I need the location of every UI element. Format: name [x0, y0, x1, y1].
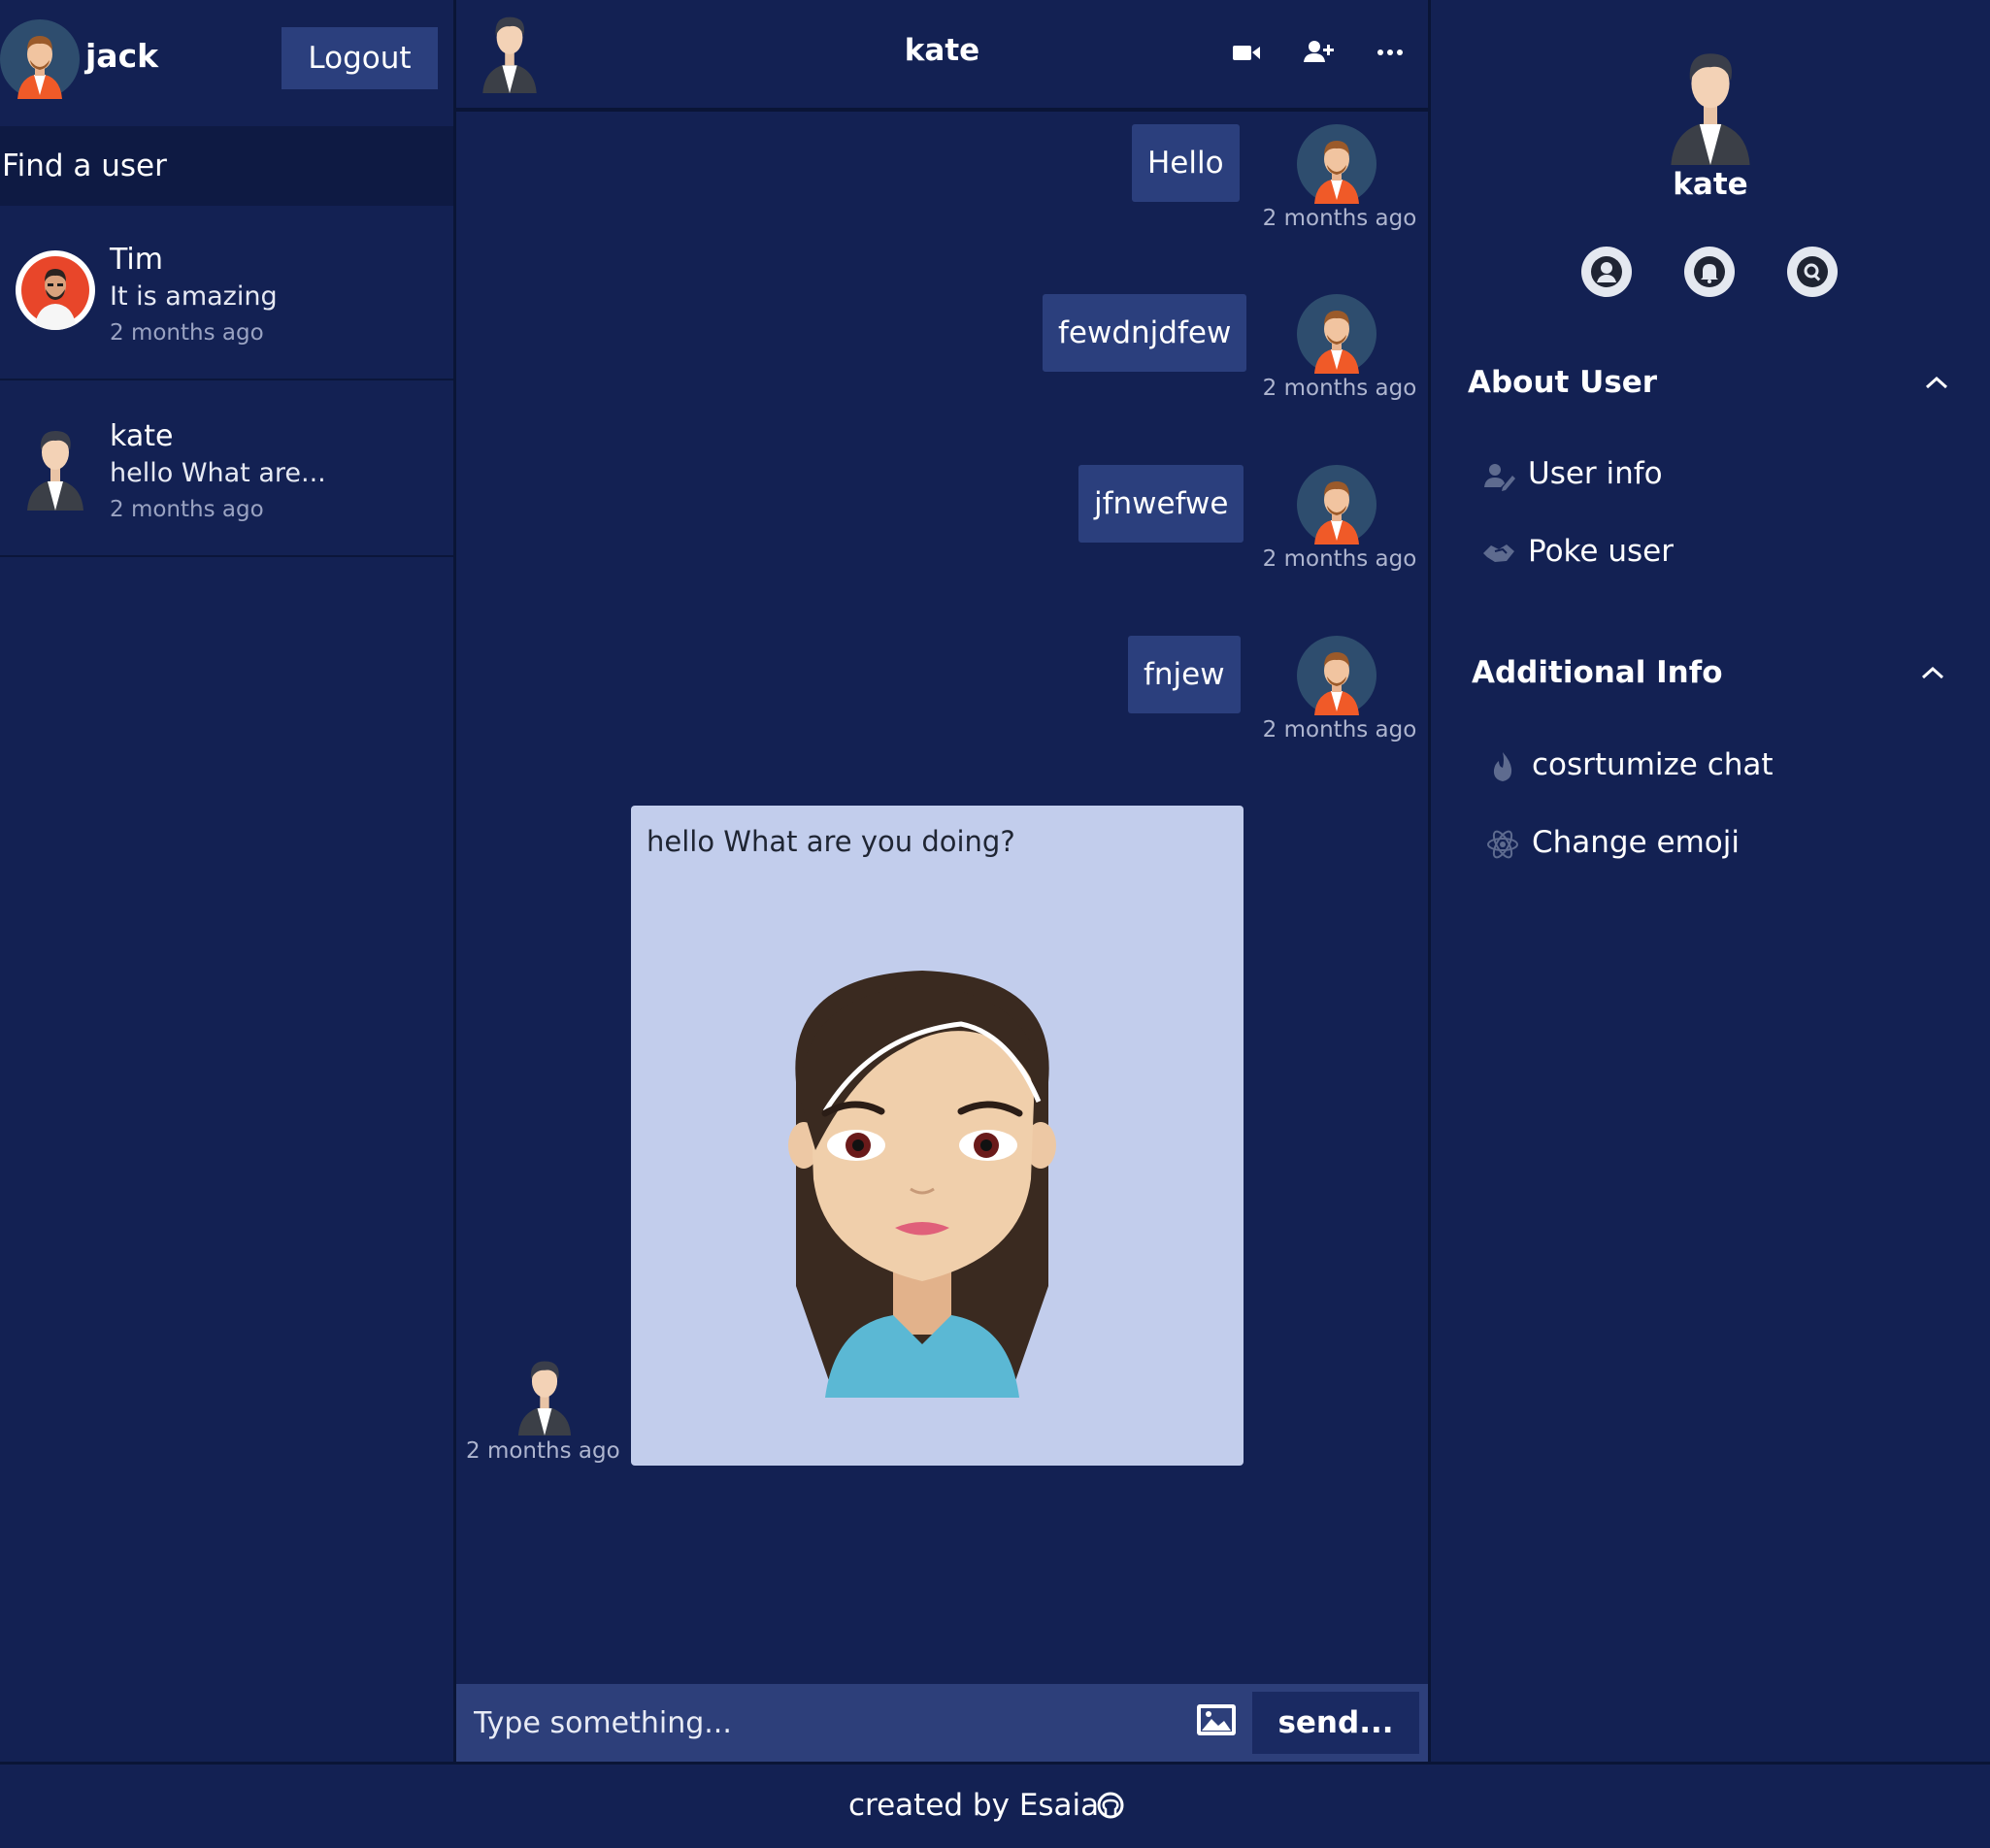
- conversation-last-message: It is amazing: [110, 281, 278, 312]
- user-details-panel: kate About User User info Poke user Addi…: [1431, 0, 1990, 1762]
- current-username: jack: [85, 37, 159, 75]
- option-label: cosrtumize chat: [1532, 747, 1774, 782]
- conversation-name: kate: [110, 419, 174, 453]
- app-window: jack Logout Tim It is amazing 2 months a…: [0, 0, 1990, 1762]
- add-user-icon[interactable]: [1301, 35, 1336, 70]
- chevron-up-icon[interactable]: [1924, 375, 1949, 390]
- additional-info-header[interactable]: Additional Info: [1472, 655, 1723, 690]
- message-input[interactable]: [456, 1684, 1175, 1762]
- search-messages-button[interactable]: [1787, 247, 1838, 297]
- message-outgoing: jfnwefwe 2 months ago: [456, 465, 1428, 620]
- message-composer: send...: [456, 1684, 1428, 1762]
- chevron-up-icon[interactable]: [1920, 665, 1945, 680]
- profile-name: kate: [1673, 167, 1748, 202]
- sender-avatar: [1297, 636, 1376, 715]
- notifications-button[interactable]: [1684, 247, 1735, 297]
- sidebar-header: jack Logout: [0, 0, 453, 126]
- conversation-name: Tim: [110, 243, 163, 277]
- user-info-option[interactable]: User info: [1481, 452, 1773, 501]
- conversation-last-message: hello What are...: [110, 458, 326, 488]
- send-button[interactable]: send...: [1252, 1692, 1419, 1754]
- message-incoming: 2 months ago hello What are you doing?: [456, 806, 1428, 1466]
- find-user-input[interactable]: [0, 126, 453, 206]
- change-emoji-option[interactable]: Change emoji: [1485, 821, 1796, 870]
- sidebar: jack Logout Tim It is amazing 2 months a…: [0, 0, 453, 1762]
- conversation-item-tim[interactable]: Tim It is amazing 2 months ago: [0, 206, 453, 380]
- poke-user-option[interactable]: Poke user: [1481, 530, 1773, 578]
- footer-credit: created by Esaia: [848, 1788, 1100, 1823]
- user-search: [0, 126, 453, 206]
- atom-icon: [1487, 830, 1518, 859]
- message-time: 2 months ago: [466, 1438, 620, 1464]
- option-label: User info: [1528, 456, 1663, 491]
- conversation-time: 2 months ago: [110, 497, 264, 522]
- message-outgoing: fnjew 2 months ago: [456, 636, 1428, 791]
- chat-header: kate: [456, 0, 1428, 112]
- kate-avatar: [21, 423, 89, 511]
- message-bubble: fewdnjdfew: [1043, 294, 1247, 372]
- profile-avatar: [1662, 43, 1759, 165]
- sender-avatar: [511, 1354, 579, 1436]
- about-user-header[interactable]: About User: [1468, 365, 1657, 400]
- conversation-time: 2 months ago: [110, 320, 264, 346]
- message-outgoing: Hello 2 months ago: [456, 124, 1428, 280]
- option-label: Poke user: [1528, 534, 1674, 569]
- fire-icon: [1493, 752, 1512, 781]
- current-user-avatar: [0, 19, 80, 99]
- sender-avatar: [1297, 294, 1376, 374]
- footer: created by Esaia: [0, 1762, 1990, 1848]
- message-bubble: jfnwefwe: [1078, 465, 1244, 543]
- github-icon[interactable]: [1097, 1792, 1124, 1819]
- chat-area: kate Hello 2 months ago fewdnjdfew 2 mon…: [456, 0, 1428, 1762]
- handshake-icon: [1483, 544, 1514, 562]
- message-time: 2 months ago: [1262, 717, 1417, 742]
- message-text: hello What are you doing?: [647, 825, 1015, 858]
- customize-chat-option[interactable]: cosrtumize chat: [1485, 743, 1796, 792]
- search-icon: [1797, 256, 1828, 287]
- message-outgoing: fewdnjdfew 2 months ago: [456, 294, 1428, 449]
- option-label: Change emoji: [1532, 825, 1741, 860]
- conversation-item-kate[interactable]: kate hello What are... 2 months ago: [0, 382, 453, 557]
- message-bubble: fnjew: [1128, 636, 1241, 713]
- message-time: 2 months ago: [1262, 546, 1417, 572]
- image-message-card: hello What are you doing?: [631, 806, 1244, 1466]
- chat-title: kate: [904, 33, 980, 68]
- tim-avatar: [16, 250, 95, 330]
- cartoon-girl-image[interactable]: [767, 966, 1078, 1398]
- bell-icon: [1694, 256, 1725, 287]
- sender-avatar: [1297, 465, 1376, 544]
- logout-button[interactable]: Logout: [282, 27, 438, 89]
- more-icon[interactable]: [1373, 35, 1408, 70]
- user-circle-icon: [1591, 256, 1622, 287]
- message-time: 2 months ago: [1262, 376, 1417, 401]
- video-camera-icon[interactable]: [1229, 35, 1264, 70]
- image-upload-icon[interactable]: [1196, 1703, 1237, 1736]
- sender-avatar: [1297, 124, 1376, 204]
- message-time: 2 months ago: [1262, 206, 1417, 231]
- profile-button[interactable]: [1581, 247, 1632, 297]
- user-edit-icon: [1484, 464, 1515, 491]
- message-bubble: Hello: [1132, 124, 1240, 202]
